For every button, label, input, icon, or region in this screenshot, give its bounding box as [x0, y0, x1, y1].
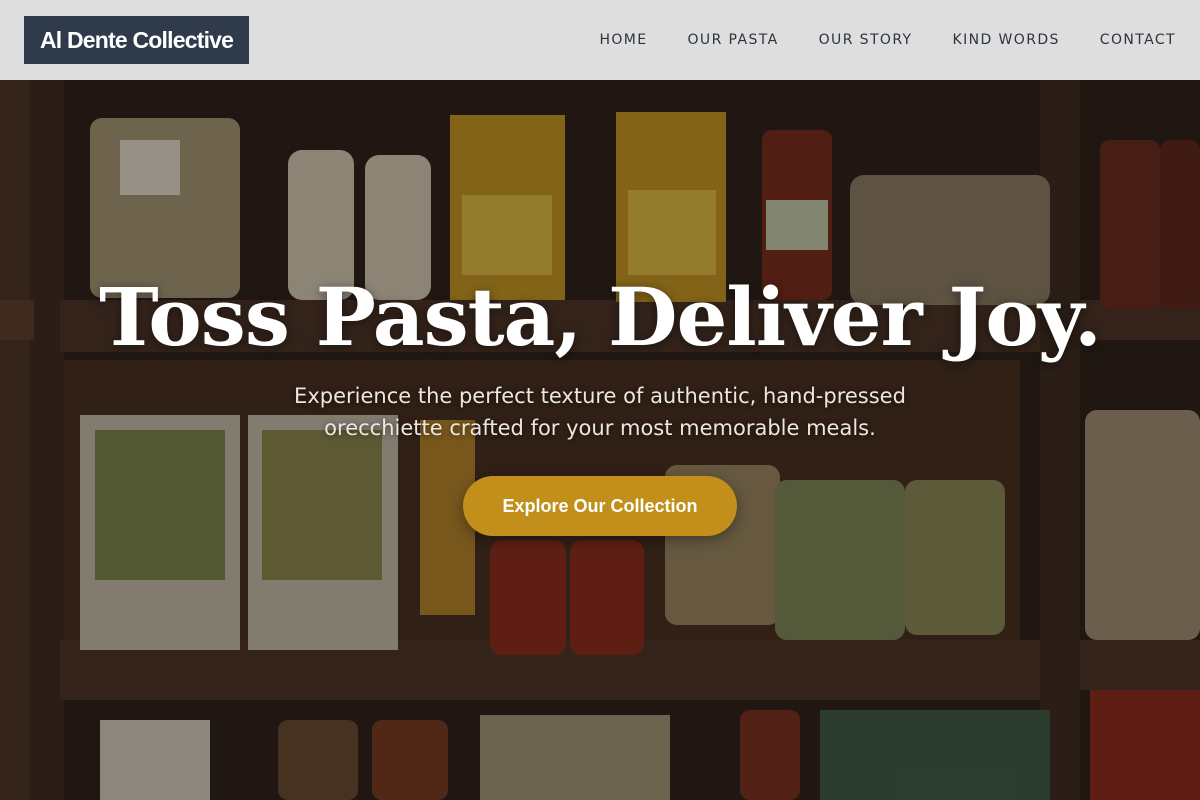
nav-our-story[interactable]: OUR STORY — [819, 32, 913, 48]
explore-collection-button[interactable]: Explore Our Collection — [463, 476, 737, 536]
nav-kind-words[interactable]: KIND WORDS — [953, 32, 1060, 48]
nav-home[interactable]: HOME — [599, 32, 647, 48]
hero-title: Toss Pasta, Deliver Joy. — [99, 270, 1102, 364]
nav-our-pasta[interactable]: OUR PASTA — [688, 32, 779, 48]
site-header: Al Dente Collective HOME OUR PASTA OUR S… — [0, 0, 1200, 80]
main-nav: HOME OUR PASTA OUR STORY KIND WORDS CONT… — [559, 32, 1176, 48]
brand-logo[interactable]: Al Dente Collective — [24, 16, 250, 64]
hero-section: Toss Pasta, Deliver Joy. Experience the … — [0, 262, 1200, 536]
nav-contact[interactable]: CONTACT — [1100, 32, 1176, 48]
hero-subtitle: Experience the perfect texture of authen… — [294, 384, 906, 440]
